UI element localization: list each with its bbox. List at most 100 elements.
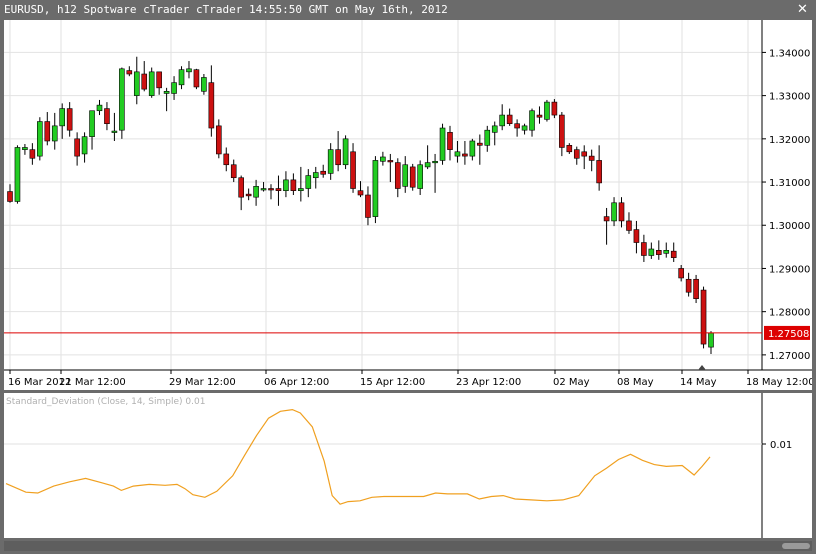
candle-bear: [74, 138, 80, 157]
window-title: EURUSD, h12 Spotware cTrader cTrader 14:…: [4, 3, 448, 16]
candle-bear: [596, 160, 602, 184]
candle-bear: [230, 164, 237, 179]
candle-bear: [551, 101, 558, 116]
candle-bull: [491, 125, 498, 133]
candle-bear: [268, 188, 274, 191]
candle-bear: [365, 194, 371, 218]
candle-bull: [439, 127, 446, 161]
candle-bull: [51, 125, 58, 142]
x-tick-label: 23 Apr 12:00: [456, 377, 521, 388]
horizontal-scrollbar[interactable]: [4, 541, 812, 551]
candle-bear: [626, 220, 632, 231]
x-tick-label: 21 Mar 12:00: [59, 377, 126, 388]
x-tick-label: 02 May: [553, 377, 590, 388]
candle-bull: [253, 186, 259, 198]
candle-bull: [283, 179, 289, 191]
indicator-tick-label: 0.01: [770, 440, 792, 451]
y-tick-label: 1.29000: [769, 264, 810, 275]
candle-bull: [544, 101, 550, 120]
candle-bull: [178, 69, 185, 86]
candle-bear: [641, 242, 647, 256]
candle-bull: [111, 130, 118, 133]
y-tick-label: 1.27000: [769, 351, 810, 362]
candle-bear: [193, 69, 200, 88]
x-tick-label: 06 Apr 12:00: [264, 377, 329, 388]
indicator-chart-svg[interactable]: 0.01 Standard_Deviation (Close, 14, Simpl…: [4, 393, 812, 538]
candle-bull: [298, 188, 304, 191]
candle-bear: [409, 166, 416, 188]
plot-area: [4, 20, 762, 370]
candle-bear: [559, 114, 565, 148]
candle-bear: [536, 114, 543, 118]
candle-bear: [104, 108, 110, 125]
candle-bull: [119, 68, 125, 131]
current-price-label: 1.27508: [768, 329, 809, 340]
x-tick-label: 08 May: [617, 377, 654, 388]
candle-bear: [66, 108, 73, 131]
candle-bear: [357, 190, 364, 196]
std-dev-line: [5, 408, 711, 505]
candle-bull: [648, 248, 655, 256]
candle-bear: [581, 151, 588, 157]
candle-bull: [327, 149, 334, 174]
candle-bull: [380, 156, 386, 162]
candle-bear: [588, 155, 595, 161]
candle-bull: [484, 129, 491, 146]
candle-bear: [477, 142, 483, 146]
candle-bull: [432, 160, 438, 164]
candle-bull: [163, 90, 170, 94]
x-tick-label: 15 Apr 12:00: [360, 377, 425, 388]
indicator-label: Standard_Deviation (Close, 14, Simple) 0…: [6, 397, 205, 407]
candle-bear: [506, 114, 513, 125]
candle-bull: [663, 250, 670, 254]
candle-bear: [618, 202, 625, 222]
close-icon[interactable]: ✕: [796, 3, 809, 16]
y-tick-label: 1.30000: [769, 221, 810, 232]
candle-bull: [611, 202, 617, 222]
scrollbar-thumb[interactable]: [782, 543, 810, 549]
candle-bear: [655, 250, 662, 255]
candle-bear: [7, 191, 13, 202]
candle-bull: [521, 125, 528, 131]
candle-bull: [22, 147, 28, 150]
x-tick-label: 18 May 12:00: [746, 377, 812, 388]
candle-bear: [514, 123, 520, 129]
candle-bull: [96, 104, 103, 112]
candle-bear: [141, 73, 148, 90]
candle-bull: [260, 188, 267, 191]
candle-bear: [238, 177, 244, 198]
candle-bear: [156, 71, 162, 89]
candle-bear: [275, 188, 282, 191]
chart-window: EURUSD, h12 Spotware cTrader cTrader 14:…: [0, 0, 816, 554]
candle-bear: [290, 179, 297, 191]
candle-bear: [678, 268, 684, 279]
y-tick-label: 1.34000: [769, 48, 810, 59]
candle-bull: [81, 136, 88, 155]
candle-bear: [394, 162, 401, 189]
candle-bull: [402, 164, 409, 187]
candle-bear: [223, 153, 230, 166]
x-tick-label: 14 May: [680, 377, 717, 388]
candle-bull: [201, 77, 207, 92]
price-chart-svg[interactable]: 1.34000 1.33000 1.32000 1.31000 1.30000 1.290…: [4, 20, 815, 390]
candle-bull: [37, 121, 43, 157]
candle-bull: [59, 108, 66, 127]
candle-bear: [670, 250, 677, 258]
candle-bear: [335, 149, 341, 166]
candle-bull: [342, 138, 349, 166]
candle-bull: [417, 164, 423, 189]
candle-bull: [171, 82, 177, 94]
y-tick-label: 1.32000: [769, 135, 810, 146]
candle-bear: [693, 278, 699, 300]
y-tick-label: 1.31000: [769, 178, 810, 189]
candle-bear: [29, 149, 36, 159]
candle-bull: [305, 175, 312, 189]
indicator-panel[interactable]: 0.01 Standard_Deviation (Close, 14, Simpl…: [4, 393, 812, 538]
candle-bull: [708, 332, 714, 348]
candle-bull: [312, 172, 319, 179]
price-chart-panel[interactable]: 1.34000 1.33000 1.32000 1.31000 1.30000 1.290…: [4, 20, 815, 390]
candle-bear: [208, 82, 215, 129]
candle-bull: [529, 110, 535, 131]
candle-bear: [685, 278, 692, 293]
candle-bear: [700, 289, 707, 345]
